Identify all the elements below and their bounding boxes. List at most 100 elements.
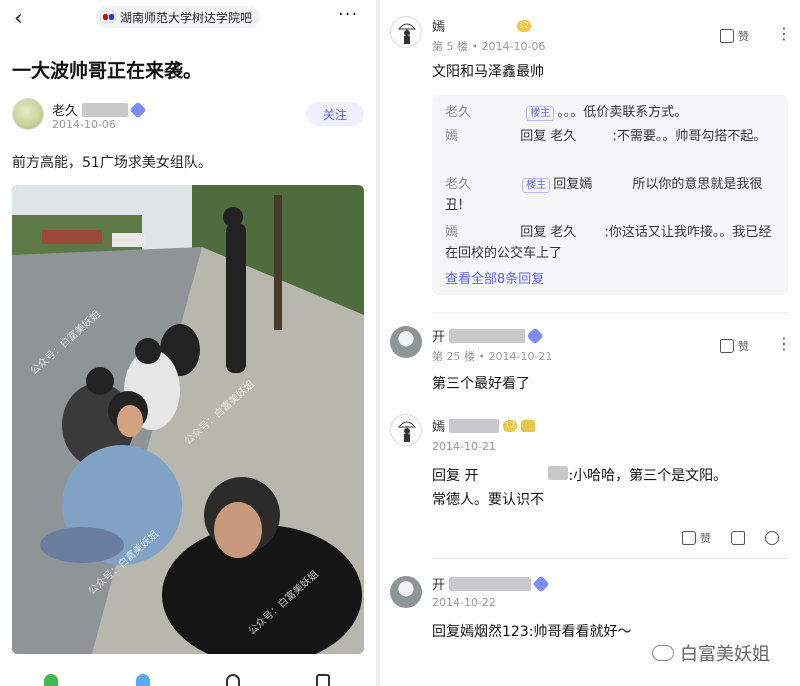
- more-options-icon[interactable]: ⋮: [776, 334, 792, 353]
- avatar-sketch: [397, 421, 417, 442]
- redacted-name: [449, 328, 526, 343]
- reply-prefix: 回复 开: [432, 468, 479, 484]
- reply-item[interactable]: 老久 楼主 回复嫣 所以你的意思就是我很丑!: [445, 174, 780, 216]
- redacted-name: [82, 102, 129, 117]
- comment-author[interactable]: 开: [432, 326, 544, 345]
- more-options-icon[interactable]: ⋮: [776, 24, 792, 43]
- redacted-name: [449, 18, 514, 33]
- reply-prefix: 回复嫣: [553, 177, 593, 192]
- redacted-name: [449, 576, 532, 591]
- author-name: 开: [432, 330, 446, 345]
- divider: [432, 312, 788, 313]
- reply-author: 老久: [445, 105, 472, 120]
- follow-button[interactable]: 关注: [306, 102, 364, 126]
- floor: 第 25 楼: [432, 350, 475, 363]
- share-wechat-icon[interactable]: [44, 674, 58, 686]
- reply-author: 老久: [445, 177, 472, 192]
- back-icon[interactable]: ‹: [14, 6, 23, 31]
- avatar[interactable]: [390, 414, 422, 446]
- like-label: 赞: [738, 30, 749, 43]
- redacted-name: [576, 222, 605, 236]
- comment-text: 文阳和马泽鑫最帅: [432, 64, 544, 80]
- redacted-name: [576, 126, 613, 140]
- redacted-name: [592, 174, 633, 188]
- level-badge: 12: [503, 419, 518, 432]
- bottom-action-bar: [0, 670, 376, 686]
- like-button[interactable]: 赞: [720, 338, 749, 354]
- redacted-name: [462, 126, 517, 140]
- like-label: 赞: [738, 340, 749, 353]
- op-author[interactable]: 老久: [52, 100, 147, 119]
- host-tag: 楼主: [526, 106, 555, 121]
- share-qq-icon[interactable]: [136, 674, 150, 686]
- comment-line: 常德人。要认识不: [432, 492, 544, 508]
- post-body: 前方高能，51广场求美女组队。: [12, 155, 212, 171]
- redacted-name: [449, 418, 500, 433]
- redacted-name: [478, 466, 549, 480]
- divider: [432, 558, 788, 559]
- thumbs-up-icon: [720, 29, 734, 43]
- reply-prefix: 回复 老久: [520, 129, 577, 144]
- redacted-name: [475, 102, 520, 116]
- redacted-name: [548, 466, 569, 480]
- post-panel: ‹ 湖南师范大学树达学院吧 ··· 一大波帅哥正在来袭。 老久 2014-10-…: [0, 0, 376, 686]
- reply-item[interactable]: 老久 楼主 。。。低价卖联系方式。: [445, 102, 775, 123]
- comment-meta: 第 25 楼 • 2014-10-21: [432, 350, 553, 363]
- thumbs-up-icon: [682, 531, 696, 545]
- forum-link[interactable]: 湖南师范大学树达学院吧: [96, 6, 261, 28]
- avatar-sketch: [397, 23, 417, 44]
- avatar[interactable]: [390, 16, 422, 48]
- reply-prefix: 回复 老久: [520, 225, 577, 240]
- comment-icon[interactable]: [316, 674, 330, 686]
- thumbs-down-icon[interactable]: [731, 531, 745, 545]
- reply-icon[interactable]: [765, 531, 779, 545]
- forum-name: 湖南师范大学树达学院吧: [120, 10, 253, 25]
- comment-date: 2014-10-06: [481, 40, 546, 53]
- forum-logo-icon: [100, 11, 116, 23]
- comment-text: 第三个最好看了: [432, 376, 530, 392]
- author-name: 开: [432, 578, 446, 593]
- floor: 第 5 楼: [432, 40, 468, 53]
- op-name: 老久: [52, 104, 79, 119]
- signature-text: 白富美妖姐: [680, 644, 770, 665]
- like-button[interactable]: 赞: [720, 28, 749, 44]
- reply-item[interactable]: 嫣 回复 老久:不需要。。帅哥勾搭不起。: [445, 126, 780, 147]
- verified-badge-icon: [532, 575, 550, 592]
- comment-actions: 赞: [682, 530, 779, 546]
- avatar[interactable]: [12, 98, 44, 130]
- comment-date: 2014-10-21: [488, 350, 553, 363]
- redacted-name: [462, 222, 517, 236]
- post-photo[interactable]: 公众号：白富美妖姐 公众号：白富美妖姐 公众号：白富美妖姐 公众号：白富美妖姐: [12, 185, 364, 654]
- comment-author[interactable]: 嫣 12: [432, 16, 532, 35]
- like-button[interactable]: 赞: [682, 530, 711, 546]
- avatar[interactable]: [390, 326, 422, 358]
- reply-item[interactable]: 嫣 回复 老久:你这话又让我咋接。。我已经在回校的公交车上了: [445, 222, 780, 264]
- redacted-name: [475, 174, 516, 188]
- reply-text: 。。。低价卖联系方式。: [557, 105, 688, 120]
- author-name: 嫣: [432, 20, 446, 35]
- like-label: 赞: [700, 532, 711, 545]
- more-options-icon[interactable]: ···: [338, 4, 358, 25]
- view-all-replies-link[interactable]: 查看全部8条回复: [445, 268, 544, 287]
- reply-text: :不需要。。帅哥勾搭不起。: [612, 129, 767, 144]
- panel-divider: [376, 0, 380, 686]
- verified-badge-icon: [526, 327, 544, 344]
- like-icon[interactable]: [226, 674, 240, 686]
- medal-icon: [521, 419, 536, 432]
- photo-scene: 公众号：白富美妖姐 公众号：白富美妖姐 公众号：白富美妖姐 公众号：白富美妖姐: [12, 185, 364, 654]
- comment-author[interactable]: 开: [432, 574, 550, 593]
- wechat-icon: [652, 645, 674, 661]
- avatar[interactable]: [390, 576, 422, 608]
- comment-date: 2014-10-22: [432, 596, 496, 609]
- comment-meta: 第 5 楼 • 2014-10-06: [432, 40, 546, 53]
- comment-text: 回复嫣烟然123:帅哥看看就好～: [432, 624, 632, 640]
- signature: 白富美妖姐: [652, 640, 770, 666]
- verified-badge-icon: [129, 101, 147, 118]
- post-date: 2014-10-06: [52, 118, 116, 131]
- comment-line: :小哈哈，第三个是文阳。: [568, 468, 728, 484]
- comment-text: 回复 开 :小哈哈，第三个是文阳。 常德人。要认识不: [432, 464, 782, 512]
- thumbs-up-icon: [720, 339, 734, 353]
- host-tag: 楼主: [522, 178, 551, 193]
- level-badge: 12: [517, 19, 532, 32]
- comment-author[interactable]: 嫣 12: [432, 416, 536, 435]
